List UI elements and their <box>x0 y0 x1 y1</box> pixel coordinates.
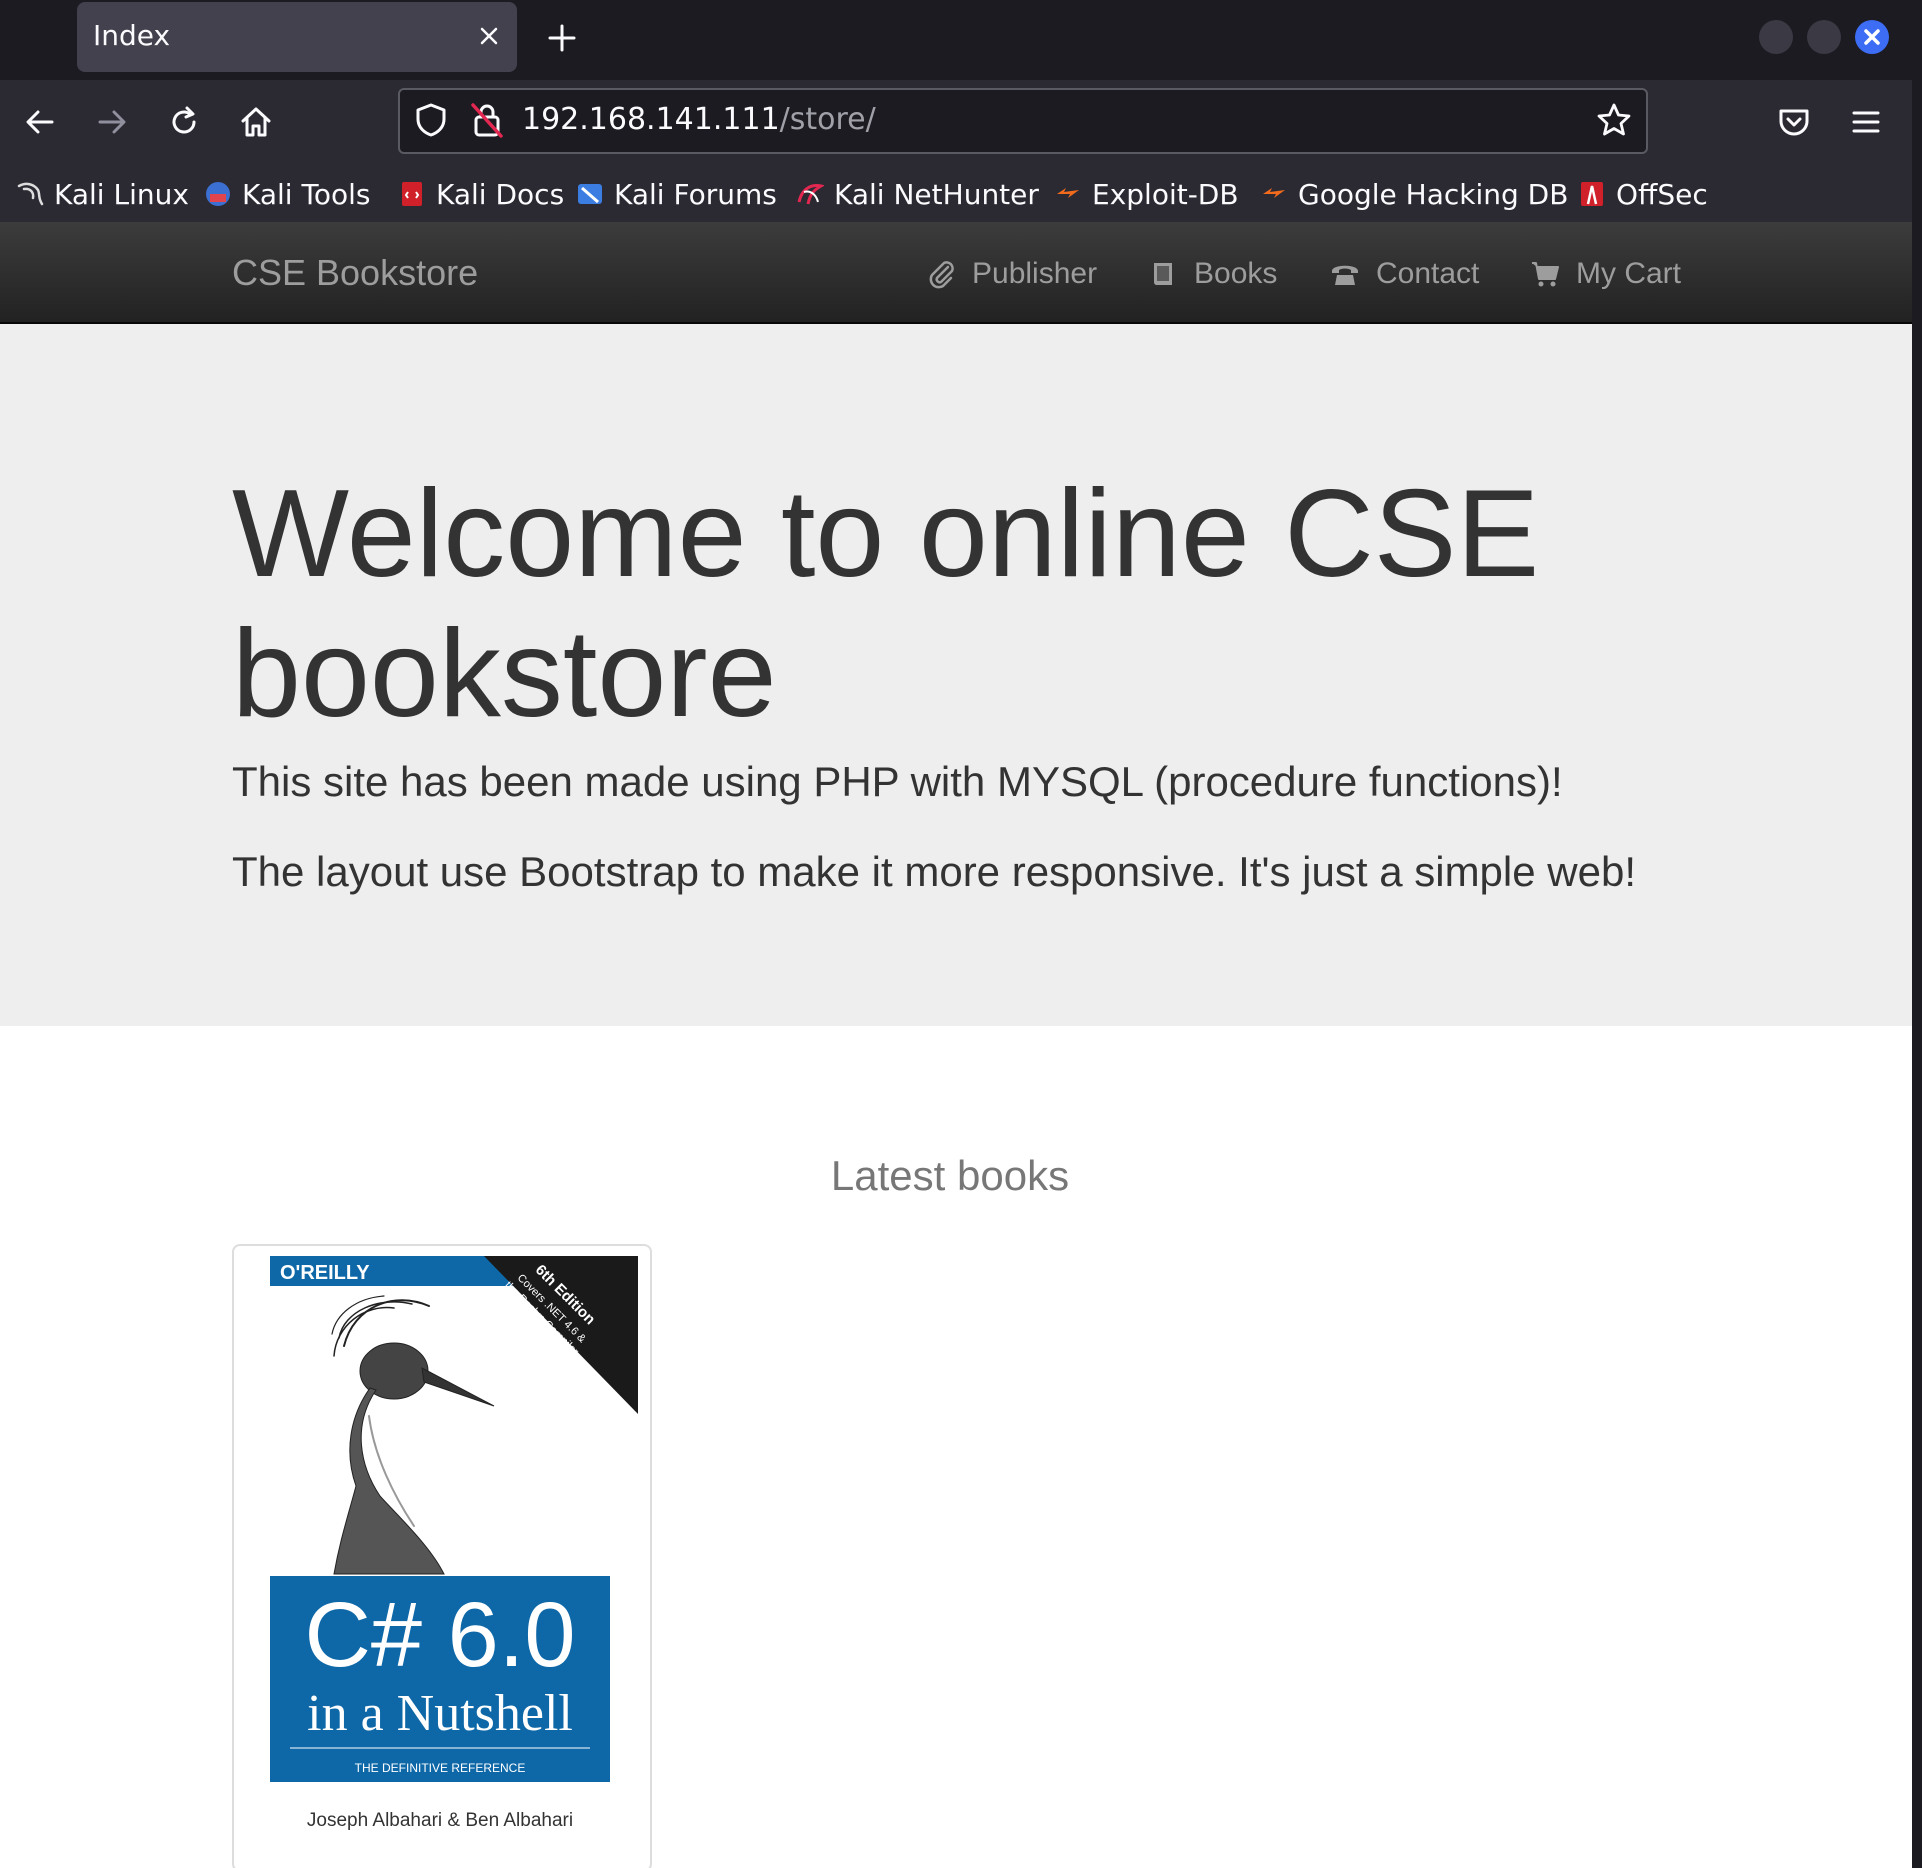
close-icon <box>1864 29 1880 45</box>
tab-title: Index <box>93 19 171 52</box>
cover-subtitle: THE DEFINITIVE REFERENCE <box>355 1761 526 1775</box>
bookmark-google-hacking-db[interactable]: Google Hacking DB <box>1260 176 1568 212</box>
cover-title-line-2: in a Nutshell <box>307 1685 573 1742</box>
browser-window: Index 192.168.141.111/store/ Kali Linux … <box>0 0 1912 1868</box>
bookmark-label: OffSec <box>1616 177 1708 211</box>
cover-publisher: O'REILLY <box>280 1262 370 1284</box>
cover-authors: Joseph Albahari & Ben Albahari <box>307 1810 573 1831</box>
tab-index[interactable]: Index <box>77 2 517 72</box>
site-navbar: CSE Bookstore Publisher Books Contact My… <box>0 222 1912 324</box>
bookmark-kali-linux[interactable]: Kali Linux <box>16 176 189 212</box>
jumbotron: Welcome to online CSE bookstore This sit… <box>0 324 1912 1026</box>
paperclip-icon <box>929 261 954 289</box>
nav-label: Publisher <box>972 257 1098 290</box>
nav-my-cart[interactable]: My Cart <box>1530 254 1681 294</box>
nav-contact[interactable]: Contact <box>1330 254 1479 294</box>
nav-books[interactable]: Books <box>1148 254 1277 294</box>
hero-title: Welcome to online CSE bookstore <box>232 465 1540 743</box>
nav-toolbar: 192.168.141.111/store/ <box>0 80 1912 164</box>
address-bar[interactable]: 192.168.141.111/store/ <box>398 88 1648 154</box>
close-window-button[interactable] <box>1855 20 1889 54</box>
nav-publisher[interactable]: Publisher <box>926 254 1097 294</box>
desktop-edge <box>1912 0 1922 1868</box>
kali-forums-icon <box>578 184 602 204</box>
insecure-lock-icon[interactable] <box>470 102 504 138</box>
bookmark-label: Kali Docs <box>436 177 565 211</box>
hero-line-1: This site has been made using PHP with M… <box>232 758 1563 805</box>
bookmark-label: Kali NetHunter <box>834 177 1039 211</box>
bookmark-kali-docs[interactable]: Kali Docs <box>398 176 564 212</box>
new-tab-icon[interactable] <box>544 20 580 56</box>
kali-nethunter-icon <box>797 184 824 205</box>
bookmark-label: Exploit-DB <box>1092 177 1239 211</box>
bookmark-kali-tools[interactable]: Kali Tools <box>204 176 370 212</box>
bookmark-label: Kali Forums <box>614 177 777 211</box>
cart-icon <box>1532 262 1559 287</box>
bookmarks-toolbar: Kali Linux Kali Tools Kali Docs Kali For… <box>0 164 1912 223</box>
tab-strip: Index <box>0 0 1912 80</box>
bookmark-star-icon[interactable] <box>1596 102 1632 138</box>
book-thumbnail[interactable]: O'REILLY 6th Edition Covers .NET 4.6 & t… <box>232 1244 652 1868</box>
nav-label: My Cart <box>1576 257 1681 290</box>
bookmark-exploit-db[interactable]: Exploit-DB <box>1054 176 1239 212</box>
pocket-icon[interactable] <box>1776 104 1812 140</box>
maximize-button[interactable] <box>1807 20 1841 54</box>
home-icon[interactable] <box>238 104 274 140</box>
nav-label: Contact <box>1376 257 1480 290</box>
bookmark-label: Google Hacking DB <box>1298 177 1569 211</box>
reload-icon[interactable] <box>166 104 202 140</box>
menu-icon[interactable] <box>1848 104 1884 140</box>
book-icon <box>1153 263 1172 285</box>
latest-books-heading: Latest books <box>830 1152 1070 1199</box>
bookmark-offsec[interactable]: OffSec <box>1578 176 1708 212</box>
minimize-button[interactable] <box>1759 20 1793 54</box>
phone-icon <box>1332 265 1358 285</box>
kali-tools-icon <box>206 182 230 206</box>
offsec-icon <box>1581 182 1603 206</box>
book-cover-image: O'REILLY 6th Edition Covers .NET 4.6 & t… <box>244 1256 638 1860</box>
forward-icon[interactable] <box>94 104 130 140</box>
kali-docs-icon <box>402 182 422 206</box>
hero-line-2: The layout use Bootstrap to make it more… <box>232 848 1636 895</box>
kali-dragon-icon <box>17 182 44 206</box>
url-text[interactable]: 192.168.141.111/store/ <box>522 102 876 137</box>
ghdb-icon <box>1263 188 1285 198</box>
close-tab-icon[interactable] <box>475 22 503 50</box>
bookmark-kali-nethunter[interactable]: Kali NetHunter <box>796 176 1039 212</box>
nav-label: Books <box>1194 257 1278 290</box>
shield-icon[interactable] <box>414 102 448 138</box>
exploit-db-icon <box>1057 188 1079 198</box>
bookmark-kali-forums[interactable]: Kali Forums <box>576 176 777 212</box>
url-host: 192.168.141.111 <box>522 102 780 137</box>
site-brand[interactable]: CSE Bookstore <box>232 252 478 294</box>
url-path: /store/ <box>779 102 876 137</box>
back-icon[interactable] <box>22 104 58 140</box>
bookmark-label: Kali Tools <box>242 177 371 211</box>
cover-title-line-1: C# 6.0 <box>304 1584 575 1686</box>
bookmark-label: Kali Linux <box>54 177 189 211</box>
